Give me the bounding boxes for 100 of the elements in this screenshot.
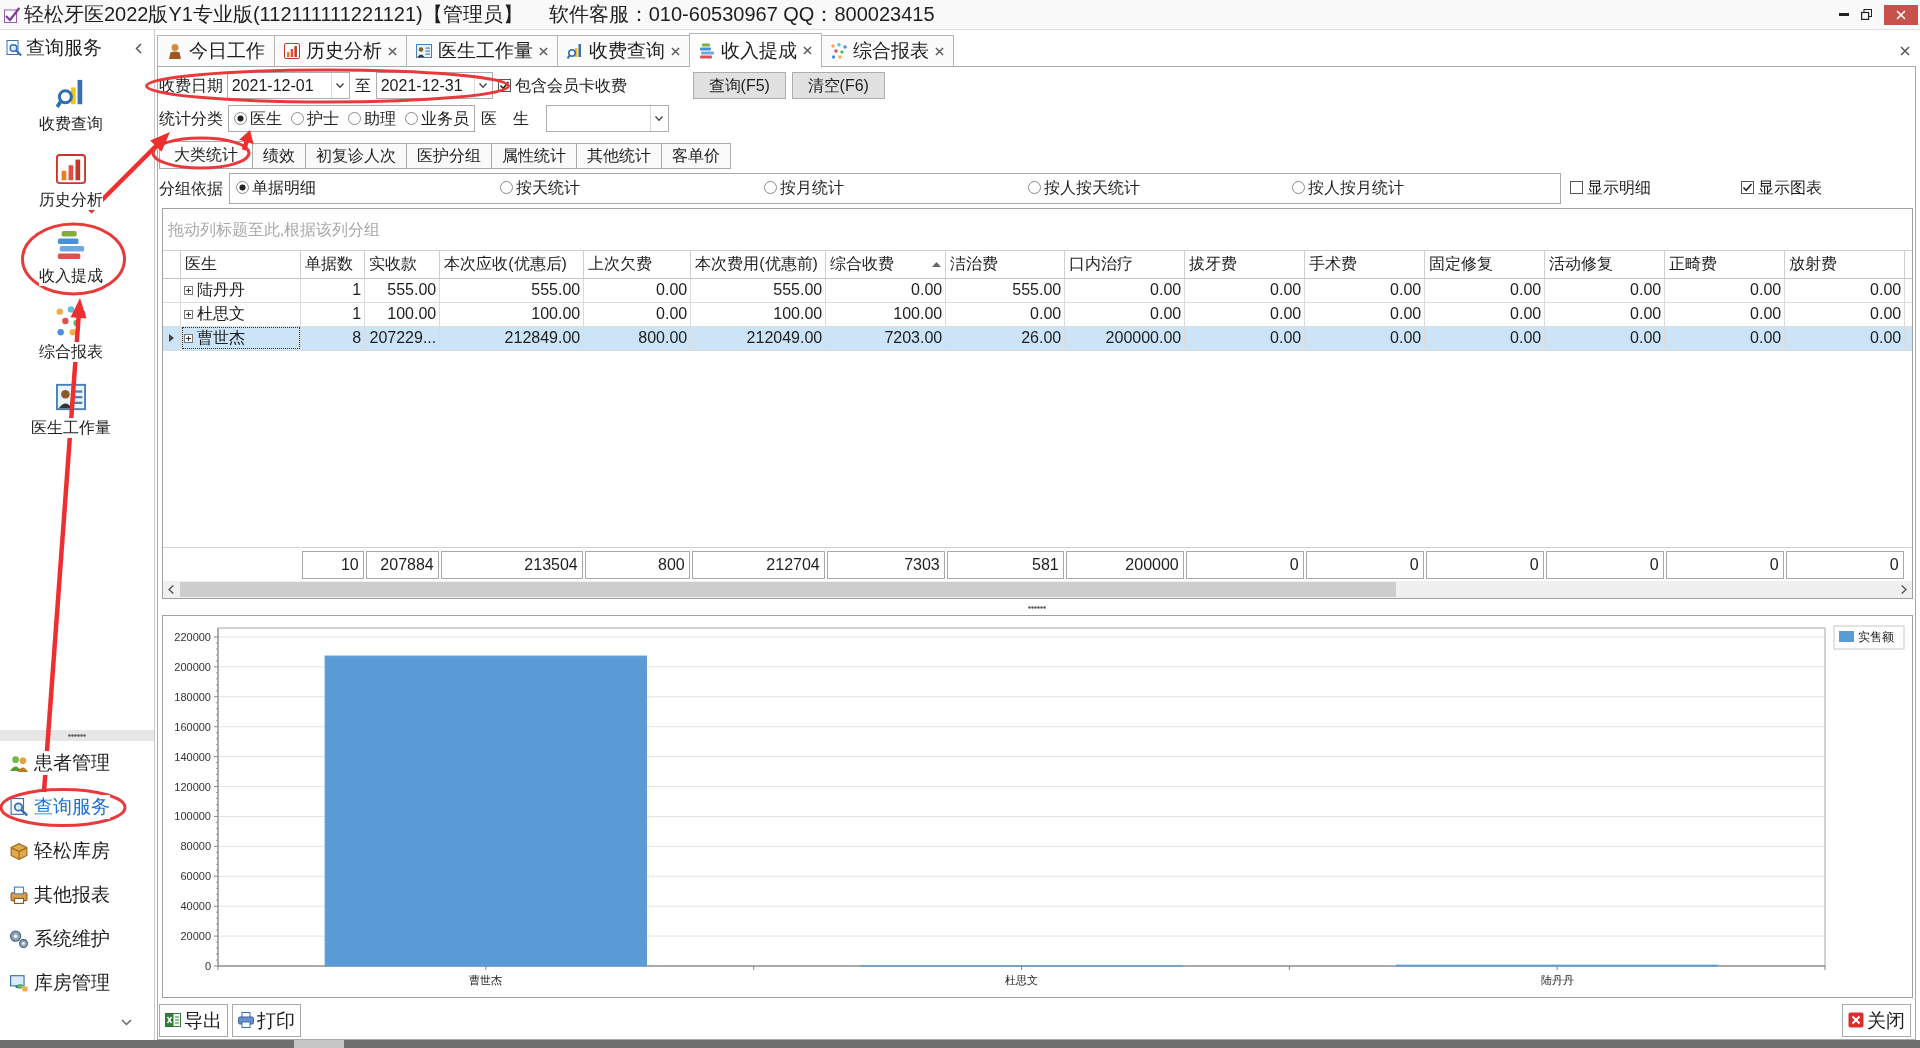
column-header[interactable]: 固定修复 xyxy=(1424,251,1545,278)
print-button[interactable]: 打印 xyxy=(231,1003,301,1037)
clear-button[interactable]: 清空(F6) xyxy=(791,72,885,99)
radio-icon[interactable] xyxy=(290,112,304,125)
radio-icon[interactable] xyxy=(235,181,249,195)
tab[interactable]: 收入提成 xyxy=(688,33,822,67)
radio-icon[interactable] xyxy=(1027,181,1041,195)
radio-option[interactable]: 业务员 xyxy=(404,108,469,129)
nav-item[interactable]: 其他报表 xyxy=(0,873,154,917)
nav-item[interactable]: 查询服务 xyxy=(0,785,154,829)
checkbox[interactable]: 包含会员卡收费 xyxy=(497,75,627,96)
export-button[interactable]: 导出 xyxy=(158,1003,228,1037)
column-header[interactable]: 洁治费 xyxy=(945,251,1065,278)
column-header[interactable]: 综合收费 xyxy=(825,251,946,278)
tab[interactable]: 综合报表 xyxy=(820,35,954,66)
close-icon[interactable] xyxy=(670,46,680,56)
checkbox[interactable]: 显示图表 xyxy=(1740,177,1822,198)
close-icon[interactable] xyxy=(1900,46,1910,56)
sidebar-item[interactable]: 医生工作量 xyxy=(0,382,142,458)
column-header[interactable]: 拔牙费 xyxy=(1184,251,1305,278)
caret-icon[interactable] xyxy=(336,83,345,88)
radio-option[interactable]: 医生 xyxy=(233,108,282,129)
radio-option[interactable]: 按人按月统计 xyxy=(1291,177,1404,198)
checkbox[interactable]: 显示明细 xyxy=(1569,177,1651,198)
expand-icon[interactable] xyxy=(184,309,194,319)
stacked-bars-icon xyxy=(698,42,715,59)
radio-option[interactable]: 单据明细 xyxy=(235,177,316,198)
caret-icon[interactable] xyxy=(479,83,488,88)
tab[interactable]: 客单价 xyxy=(660,143,731,169)
grip-icon[interactable] xyxy=(1027,605,1046,609)
column-header[interactable]: 本次应收(优惠后) xyxy=(439,251,584,278)
tab[interactable]: 今日工作 xyxy=(156,35,275,66)
scroll-right-icon[interactable] xyxy=(1900,585,1907,594)
column-header[interactable]: 手术费 xyxy=(1304,251,1425,278)
tab[interactable]: 收费查询 xyxy=(556,35,690,66)
checkbox-icon[interactable] xyxy=(1569,181,1583,195)
column-header[interactable]: 口内治疗 xyxy=(1064,251,1185,278)
checkbox-icon[interactable] xyxy=(1740,181,1754,195)
radio-icon[interactable] xyxy=(499,181,513,195)
column-header[interactable]: 医生 xyxy=(180,251,301,278)
splitter-bar[interactable] xyxy=(0,730,154,741)
radio-icon[interactable] xyxy=(1291,181,1305,195)
close-button[interactable]: 关闭 xyxy=(1842,1003,1911,1037)
column-header[interactable]: 单据数 xyxy=(300,251,365,278)
column-header[interactable]: 实收款 xyxy=(364,251,440,278)
tab[interactable]: 绩效 xyxy=(251,143,306,169)
axis-category-label: 陆丹丹 xyxy=(1540,974,1574,986)
radio-option[interactable]: 助理 xyxy=(347,108,396,129)
expand-icon[interactable] xyxy=(184,285,194,295)
column-header[interactable]: 正畸费 xyxy=(1664,251,1785,278)
sort-arrow-icon[interactable] xyxy=(932,261,942,267)
radio-icon[interactable] xyxy=(233,112,247,125)
total-cell: 0 xyxy=(1785,550,1904,579)
close-icon[interactable] xyxy=(802,46,812,55)
radio-option[interactable]: 按天统计 xyxy=(499,177,580,198)
nav-item[interactable]: 患者管理 xyxy=(0,741,154,785)
column-header[interactable]: 本次费用(优惠前) xyxy=(690,251,826,278)
tab[interactable]: 属性统计 xyxy=(490,143,577,169)
table-row[interactable]: 杜思文 1 100.00 100.00 0.00 100.00 100.00 0.00 0.00 0.00 0.00 0.00 0.00 0.00 0.00 xyxy=(162,302,1912,326)
sidebar-item[interactable]: 历史分析 xyxy=(0,154,142,230)
scrollbar-thumb[interactable] xyxy=(179,582,1396,597)
table-cell: 陆丹丹 xyxy=(197,280,246,300)
nav-item[interactable]: 库房管理 xyxy=(0,961,154,1005)
tab[interactable]: 初复诊人次 xyxy=(304,143,407,169)
axis-tick-label: 20000 xyxy=(180,930,211,943)
radio-icon[interactable] xyxy=(347,112,361,125)
radio-option[interactable]: 按月统计 xyxy=(763,177,844,198)
scrollbar-thumb[interactable] xyxy=(294,1040,344,1048)
restore-icon[interactable] xyxy=(1861,9,1872,20)
expand-icon[interactable] xyxy=(184,333,194,343)
tab[interactable]: 医生工作量 xyxy=(405,35,558,66)
grip-icon[interactable] xyxy=(67,734,86,737)
close-icon[interactable] xyxy=(934,46,944,56)
magnifier-chart-icon xyxy=(566,43,583,59)
caret-icon[interactable] xyxy=(655,116,664,121)
chevron-down-icon[interactable] xyxy=(120,1019,132,1026)
radio-option[interactable]: 按人按天统计 xyxy=(1027,177,1140,198)
scroll-left-icon[interactable] xyxy=(168,585,175,594)
table-row[interactable]: 陆丹丹 1 555.00 555.00 0.00 555.00 0.00 555.00 0.00 0.00 0.00 0.00 0.00 0.00 0.00 xyxy=(162,278,1912,302)
table-row[interactable]: 曹世杰 8 207229... 212849.00 800.00 212049.00 7203.00 26.00 200000.00 0.00 0.00 0.00 0.00 0.00 0.00 xyxy=(162,326,1912,350)
close-icon[interactable] xyxy=(387,46,397,56)
sidebar-item[interactable]: 收费查询 xyxy=(0,78,142,154)
radio-icon[interactable] xyxy=(763,181,777,195)
column-header[interactable]: 上次欠费 xyxy=(583,251,691,278)
radio-option[interactable]: 护士 xyxy=(290,108,339,129)
date-field[interactable]: 2021-12-01 xyxy=(226,72,350,99)
tab[interactable]: 历史分析 xyxy=(273,35,407,66)
tab[interactable]: 医护分组 xyxy=(405,143,492,169)
close-icon xyxy=(1848,1012,1864,1028)
column-header[interactable]: 活动修复 xyxy=(1544,251,1665,278)
tab[interactable]: 其他统计 xyxy=(575,143,662,169)
nav-item[interactable]: 轻松库房 xyxy=(0,829,154,873)
close-button[interactable] xyxy=(1884,4,1918,25)
close-icon[interactable] xyxy=(538,46,548,56)
query-button[interactable]: 查询(F5) xyxy=(692,72,786,99)
chevron-left-icon[interactable] xyxy=(134,42,142,54)
nav-item[interactable]: 系统维护 xyxy=(0,917,154,961)
radio-icon[interactable] xyxy=(404,112,418,125)
sidebar-item[interactable]: 收入提成 xyxy=(0,230,142,306)
column-header[interactable]: 放射费 xyxy=(1784,251,1905,278)
